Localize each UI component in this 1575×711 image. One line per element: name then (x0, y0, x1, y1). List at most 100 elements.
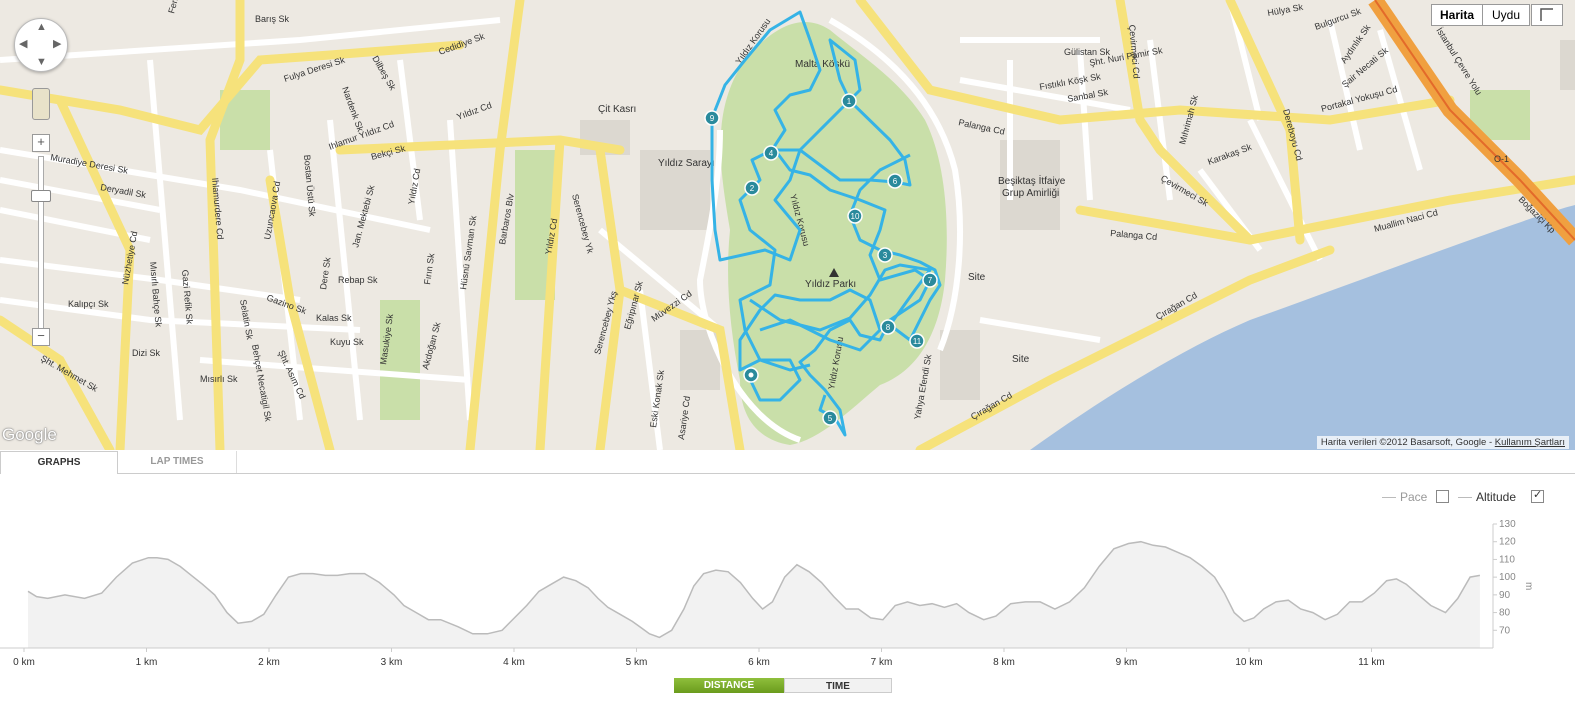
pace-line-swatch (1382, 497, 1396, 499)
altitude-checkbox[interactable] (1531, 488, 1544, 503)
street-label: Yahya Efendi Sk (912, 353, 933, 420)
pan-down-icon[interactable]: ▼ (36, 57, 47, 68)
street-label: Rebap Sk (338, 275, 378, 285)
street-label: Yıldız Cd (455, 100, 493, 122)
park-name-label: Yıldız Parkı (805, 279, 856, 290)
street-label: Behçet Necatigil Sk (250, 344, 273, 423)
svg-text:3: 3 (883, 251, 888, 260)
poi-grup-amirligi: Grup Amirliği (1002, 188, 1059, 199)
fullscreen-button[interactable] (1531, 4, 1563, 26)
street-label: Gazi Refik Sk (180, 269, 195, 325)
altitude-line-swatch (1458, 497, 1472, 499)
street-label: O-1 (1494, 154, 1509, 164)
x-tick-label: 3 km (381, 657, 403, 668)
x-tick-label: 4 km (503, 657, 525, 668)
svg-text:5: 5 (828, 414, 833, 423)
svg-text:9: 9 (710, 114, 715, 123)
svg-text:4: 4 (769, 149, 774, 158)
altitude-chart[interactable]: 0 km 1 km 2 km 3 km 4 km 5 km 6 km 7 km 8 km 9 km… (0, 510, 1575, 675)
time-toggle-button[interactable]: TIME (784, 678, 892, 693)
poi-cit-kasri: Çit Kasrı (598, 104, 636, 115)
street-label: Serencebey Yk (570, 193, 596, 255)
lap-marker: 9 (704, 110, 720, 126)
x-tick-label: 6 km (748, 657, 770, 668)
terms-link[interactable]: Kullanım Şartları (1495, 437, 1565, 448)
x-tick-label: 8 km (993, 657, 1015, 668)
street-label: Selatin Sk (238, 299, 255, 341)
poi-site: Site (968, 272, 986, 283)
svg-text:8: 8 (886, 323, 891, 332)
x-tick-label: 0 km (13, 657, 35, 668)
y-tick-label: 120 (1499, 537, 1516, 548)
x-tick-label: 5 km (626, 657, 648, 668)
pan-left-icon[interactable]: ◀ (19, 39, 27, 50)
altitude-label: Altitude (1476, 490, 1517, 504)
poi-besiktas-itfaiye: Beşiktaş İtfaiye (998, 174, 1066, 187)
y-axis-unit: m (1523, 582, 1534, 590)
street-label: Mıhrimah Sk (1177, 94, 1200, 146)
street-label: Dilbeş Sk (370, 54, 398, 92)
lap-marker: 6 (887, 173, 903, 189)
street-label: Palanga Cd (1110, 228, 1158, 242)
svg-text:2: 2 (750, 184, 755, 193)
x-tick-label: 10 km (1235, 657, 1262, 668)
google-logo: Google (2, 425, 57, 444)
lap-marker: 2 (744, 180, 760, 196)
poi-malta-kosku: Malta Köşkü (795, 59, 850, 70)
street-label: Cedidiye Sk (437, 31, 486, 57)
y-tick-label: 90 (1499, 590, 1511, 601)
street-label: Kuyu Sk (330, 337, 364, 347)
legend-altitude: Altitude (1458, 490, 1516, 504)
poi-yildiz-sarayi: Yıldız Sarayı (658, 158, 715, 169)
y-tick-label: 70 (1499, 625, 1511, 636)
tab-lap-times[interactable]: LAP TIMES (118, 451, 237, 473)
zoom-in-button[interactable]: + (32, 134, 50, 152)
y-axis-ticks: 70 80 90 100 110 120 130 (1493, 519, 1516, 636)
lap-marker: 5 (822, 410, 838, 426)
map-type-map-button[interactable]: Harita (1431, 4, 1483, 26)
start-marker (743, 367, 759, 383)
x-tick-label: 9 km (1116, 657, 1138, 668)
street-label: Karakaş Sk (1206, 142, 1253, 167)
street-view-pegman-icon[interactable] (32, 88, 50, 120)
pan-control[interactable]: ▲ ▼ ◀ ▶ (14, 18, 68, 72)
fullscreen-icon (1540, 8, 1553, 21)
svg-text:1: 1 (847, 97, 852, 106)
distance-toggle-button[interactable]: DISTANCE (674, 678, 784, 693)
street-label: Kalıpçı Sk (68, 299, 109, 309)
x-tick-label: 7 km (871, 657, 893, 668)
tab-graphs[interactable]: GRAPHS (0, 451, 118, 474)
pan-up-icon[interactable]: ▲ (36, 22, 47, 33)
street-label: Asariye Cd (676, 395, 692, 440)
map-canvas[interactable]: Fenet Cd Barış Sk Fulya Deresi Sk Dilbeş… (0, 0, 1575, 450)
panel-tabs: GRAPHS LAP TIMES (0, 451, 1575, 474)
lap-marker: 4 (763, 145, 779, 161)
pan-right-icon[interactable]: ▶ (53, 39, 61, 50)
street-label: Mısırlı Sk (200, 374, 238, 384)
legend-pace: Pace (1382, 490, 1427, 504)
attribution-text: Harita verileri ©2012 Basarsoft, Google … (1320, 437, 1495, 448)
zoom-out-button[interactable]: − (32, 328, 50, 346)
svg-text:10: 10 (851, 212, 860, 221)
street-label: Fırın Sk (422, 252, 436, 285)
street-label: Fenet Cd (166, 0, 185, 15)
street-label: Dizi Sk (132, 348, 161, 358)
street-label: Hülya Sk (1267, 2, 1305, 18)
lap-marker: 7 (922, 272, 938, 288)
y-tick-label: 130 (1499, 519, 1516, 530)
zoom-slider-thumb[interactable] (31, 190, 51, 202)
pace-checkbox[interactable] (1436, 490, 1449, 503)
zoom-slider-track[interactable] (38, 156, 44, 334)
street-label: Bulgurcu Sk (1313, 6, 1362, 32)
street-label: Bostan Üstü Sk (302, 154, 317, 217)
map-view[interactable]: Fenet Cd Barış Sk Fulya Deresi Sk Dilbeş… (0, 0, 1575, 450)
pace-label: Pace (1400, 490, 1428, 504)
y-tick-label: 100 (1499, 572, 1516, 583)
x-tick-label: 11 km (1358, 657, 1385, 668)
map-type-satellite-button[interactable]: Uydu (1482, 4, 1530, 26)
street-label: Nardenk Sk (340, 85, 366, 133)
altitude-area (28, 541, 1480, 648)
map-attribution: Harita verileri ©2012 Basarsoft, Google … (1316, 436, 1569, 449)
lap-marker: 1 (841, 93, 857, 109)
street-label: Şht. Mehmet Sk (39, 353, 100, 394)
